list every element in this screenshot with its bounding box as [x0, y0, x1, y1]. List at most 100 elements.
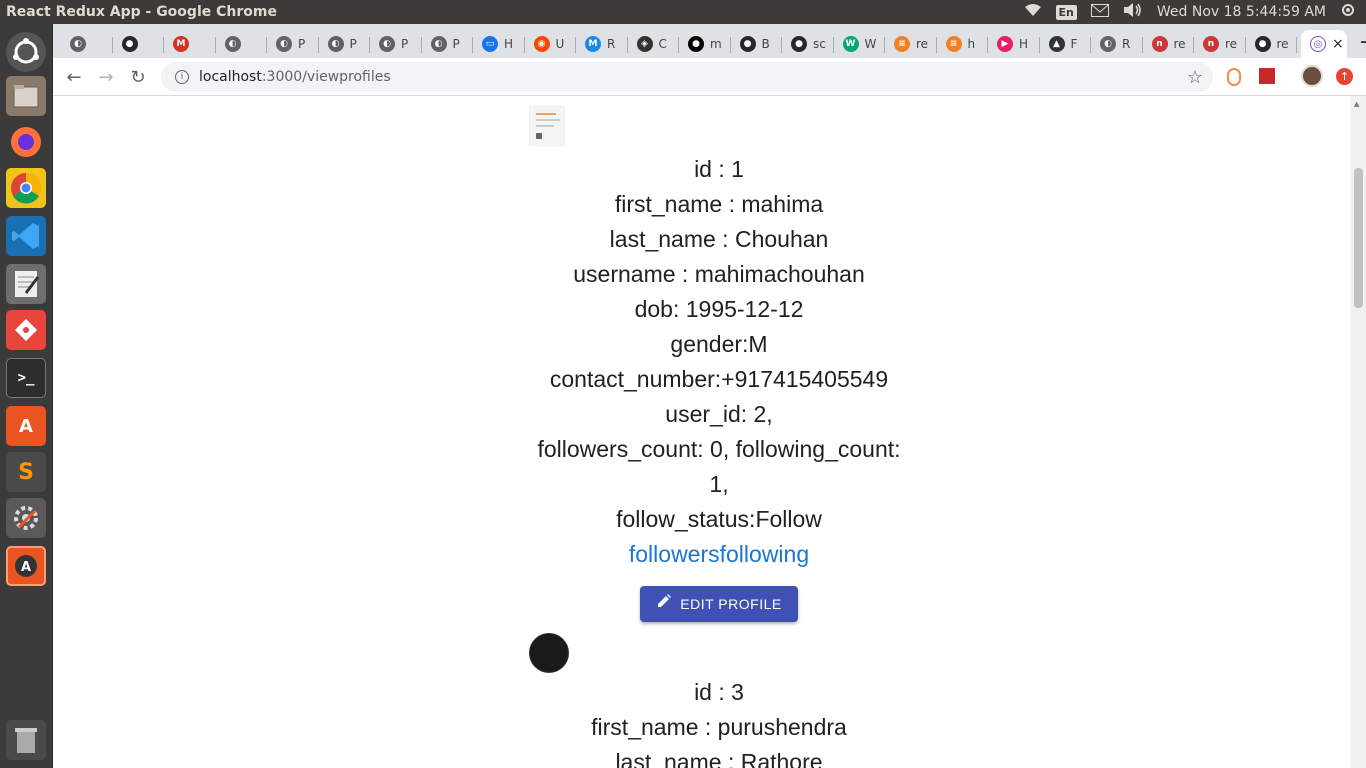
tab-18[interactable]: ▶ H — [988, 30, 1040, 58]
tab-14[interactable]: ● sc — [782, 30, 834, 58]
address-bar[interactable]: i localhost:3000/viewprofiles ☆ — [161, 62, 1213, 92]
tab-12[interactable]: ● m — [679, 30, 731, 58]
browser-toolbar: ← → ↻ i localhost:3000/viewprofiles ☆ ↑ — [53, 58, 1366, 96]
tab-7[interactable]: ◐ P — [422, 30, 473, 58]
chrome-icon[interactable] — [6, 168, 46, 208]
tab-strip: ◐ ● M ◐ ◐ P ◐ P ◐ P ◐ P ▭ H ◉ U M R ◈ C ● m ● B ● sc W W ≡ re ≡ h ▶ H ▲ F ◐ R… — [53, 24, 1366, 58]
trash-icon[interactable] — [6, 720, 46, 760]
profile-card: id : 3 first_name : purushendra last_nam… — [529, 633, 909, 768]
updater-icon[interactable]: A — [6, 546, 46, 586]
profile-first-name: first_name : mahima — [614, 191, 824, 217]
profile-follow-status: follow_status:Follow — [616, 506, 822, 532]
profile-avatar[interactable] — [1301, 65, 1323, 87]
volume-icon[interactable] — [1123, 3, 1143, 21]
tab-label: h — [967, 37, 976, 51]
w3-icon: W — [842, 36, 859, 52]
sublime-icon[interactable]: S — [6, 452, 46, 492]
tab-close-icon[interactable]: × — [1332, 36, 1344, 52]
tab-10[interactable]: MR — [576, 30, 628, 58]
globe-icon: ◐ — [327, 36, 344, 52]
tab-4[interactable]: ◐ P — [267, 30, 319, 58]
tab-0[interactable]: ◐ — [61, 30, 113, 58]
new-tab-button[interactable]: + — [1355, 30, 1366, 55]
bookmark-star-icon[interactable]: ☆ — [1187, 67, 1203, 88]
files-icon[interactable] — [6, 76, 46, 116]
svg-text:A: A — [21, 560, 31, 575]
globe-icon: ◐ — [430, 36, 447, 52]
tab-label: U — [555, 37, 565, 51]
wifi-icon[interactable] — [1024, 3, 1042, 21]
pencil-icon — [656, 587, 672, 622]
url-host: localhost — [199, 69, 262, 85]
tab-15[interactable]: WW — [834, 30, 885, 58]
followers-following-link[interactable]: followersfollowing — [529, 537, 909, 572]
tab-label: P — [452, 37, 460, 51]
mui-icon: M — [585, 36, 601, 52]
git-icon[interactable] — [6, 310, 46, 350]
github-icon: ● — [791, 36, 807, 52]
keyboard-layout-indicator[interactable]: En — [1055, 4, 1077, 20]
tab-1[interactable]: ● — [113, 30, 164, 58]
tab-21[interactable]: n re — [1143, 30, 1194, 58]
tab-22[interactable]: n re — [1194, 30, 1246, 58]
profile-username: username : mahimachouhan — [573, 261, 865, 287]
forward-button[interactable]: → — [93, 64, 119, 90]
profile-id: id : 1 — [694, 156, 744, 182]
text-editor-icon[interactable] — [6, 264, 46, 304]
tab-label: H — [504, 37, 514, 51]
reload-button[interactable]: ↻ — [125, 64, 151, 90]
profile-gender: gender:M — [670, 331, 768, 357]
tab-2[interactable]: M — [164, 30, 216, 58]
edit-profile-button[interactable]: EDIT PROFILE — [640, 586, 798, 622]
github-icon: ● — [739, 36, 756, 52]
tab-label: H — [1019, 37, 1029, 51]
profile-avatar-image — [529, 106, 565, 146]
tab-6[interactable]: ◐ P — [370, 30, 422, 58]
settings-icon[interactable] — [6, 498, 46, 538]
ubuntu-logo-icon[interactable] — [6, 32, 46, 72]
tab-16[interactable]: ≡ re — [885, 30, 937, 58]
tab-8[interactable]: ▭ H — [473, 30, 525, 58]
profile-counts: followers_count: 0, following_count: 1, — [537, 436, 901, 497]
tab-label: m — [710, 37, 722, 51]
profile-dob: dob: 1995-12-12 — [634, 296, 804, 322]
firefox-icon[interactable] — [6, 122, 46, 162]
power-gear-icon[interactable] — [1340, 2, 1356, 22]
tab-9[interactable]: ◉ U — [525, 30, 576, 58]
tab-19[interactable]: ▲ F — [1040, 30, 1091, 58]
tab-13[interactable]: ● B — [731, 30, 782, 58]
stackoverflow-icon: ≡ — [945, 36, 962, 52]
profile-card: id : 1 first_name : mahima last_name : C… — [529, 106, 909, 622]
tab-3[interactable]: ◐ — [216, 30, 267, 58]
update-icon[interactable]: ↑ — [1336, 68, 1353, 85]
npm-icon: n — [1151, 36, 1168, 52]
tab-label: P — [349, 37, 357, 51]
tab-17[interactable]: ≡ h — [937, 30, 988, 58]
page-scrollbar[interactable]: ▲ — [1351, 96, 1366, 768]
back-button[interactable]: ← — [61, 64, 87, 90]
system-top-bar: React Redux App - Google Chrome En Wed N… — [0, 0, 1366, 24]
extension-icon[interactable] — [1227, 68, 1241, 86]
tab-label: re — [1276, 37, 1289, 51]
site-info-icon[interactable]: i — [175, 70, 189, 84]
tab-active[interactable]: ◎ × — [1301, 30, 1347, 58]
tab-label: P — [298, 37, 306, 51]
redux-icon: ◎ — [1310, 36, 1326, 52]
tab-label: R — [1122, 37, 1131, 51]
profile-last-name: last_name : Chouhan — [609, 226, 829, 252]
vscode-icon[interactable] — [6, 216, 46, 256]
scrollbar-thumb[interactable] — [1354, 168, 1363, 308]
terminal-icon[interactable]: >_ — [6, 358, 46, 398]
clock[interactable]: Wed Nov 18 5:44:59 AM — [1157, 4, 1326, 20]
tab-11[interactable]: ◈ C — [628, 30, 679, 58]
tab-23[interactable]: ● re — [1246, 30, 1297, 58]
tab-5[interactable]: ◐ P — [319, 30, 370, 58]
tab-20[interactable]: ◐ R — [1091, 30, 1143, 58]
mail-icon[interactable] — [1090, 3, 1109, 21]
profile-user-id: user_id: 2, — [665, 401, 773, 427]
extension-redux-devtools-icon[interactable] — [1259, 68, 1275, 84]
software-center-icon[interactable]: A — [6, 406, 46, 446]
url-path: :3000/viewprofiles — [261, 69, 391, 85]
reddit-icon: ◉ — [533, 36, 550, 52]
tab-label: W — [864, 37, 877, 51]
